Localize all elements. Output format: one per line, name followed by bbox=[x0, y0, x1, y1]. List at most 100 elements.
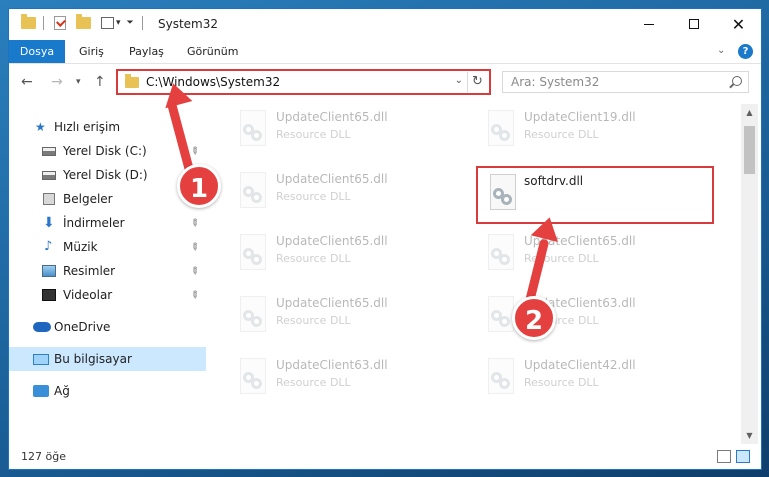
sidebar-item-downloads[interactable]: ⬇ İndirmeler ✎ bbox=[9, 211, 206, 235]
ribbon-expand-icon[interactable]: ⌄ bbox=[717, 45, 725, 56]
dll-file-icon bbox=[486, 234, 516, 272]
sidebar-item-this-pc[interactable]: Bu bilgisayar bbox=[9, 347, 206, 371]
dll-file-icon bbox=[238, 358, 268, 396]
customize-toolbar-icon[interactable]: ⏷ bbox=[127, 18, 134, 28]
toolbar-divider bbox=[43, 16, 44, 30]
search-input[interactable]: Ara: System32 bbox=[502, 71, 749, 93]
status-bar: 127 öğe bbox=[9, 445, 761, 469]
minimize-button[interactable] bbox=[626, 9, 671, 39]
file-type: Resource DLL bbox=[276, 190, 351, 203]
tab-file[interactable]: Dosya bbox=[9, 40, 65, 63]
refresh-icon[interactable]: ↻ bbox=[467, 72, 487, 92]
dll-file-icon bbox=[238, 110, 268, 148]
dll-file-icon bbox=[238, 296, 268, 334]
sidebar-item-label: Belgeler bbox=[63, 192, 113, 206]
maximize-button[interactable] bbox=[671, 9, 716, 39]
scrollbar-thumb[interactable] bbox=[744, 126, 755, 174]
file-item[interactable]: UpdateClient65.dll Resource DLL bbox=[228, 290, 458, 342]
chevron-down-icon[interactable]: ▾ bbox=[116, 18, 121, 28]
music-icon: ♪ bbox=[44, 239, 53, 254]
dll-file-icon bbox=[238, 172, 268, 210]
tab-home[interactable]: Giriş bbox=[79, 40, 104, 63]
dll-file-icon bbox=[486, 110, 516, 148]
file-item-softdrv[interactable]: softdrv.dll bbox=[476, 166, 714, 224]
maximize-icon bbox=[688, 19, 699, 29]
file-item[interactable]: UpdateClient65.dll Resource DLL bbox=[228, 228, 458, 280]
file-type: Resource DLL bbox=[524, 128, 599, 141]
navigation-pane: ★ Hızlı erişim Yerel Disk (C:) ✎ Yerel D… bbox=[9, 104, 206, 444]
sidebar-item-label: Yerel Disk (C:) bbox=[63, 144, 147, 158]
vertical-scrollbar[interactable]: ▲ ▼ bbox=[741, 104, 758, 444]
sidebar-item-music[interactable]: ♪ Müzik ✎ bbox=[9, 235, 206, 259]
file-type: Resource DLL bbox=[276, 376, 351, 389]
file-list: UpdateClient65.dll Resource DLL UpdateCl… bbox=[214, 104, 741, 444]
file-item[interactable]: UpdateClient42.dll Resource DLL bbox=[476, 352, 706, 404]
tab-share[interactable]: Paylaş bbox=[129, 40, 164, 63]
dll-file-icon bbox=[238, 234, 268, 272]
file-type: Resource DLL bbox=[524, 376, 599, 389]
dll-file-icon bbox=[486, 358, 516, 396]
file-item[interactable]: UpdateClient63.dll Resource DLL bbox=[476, 290, 706, 342]
file-name: UpdateClient63.dll bbox=[276, 358, 388, 372]
recent-locations-chevron-icon[interactable]: ▾ bbox=[76, 77, 81, 87]
toolbar-divider bbox=[141, 16, 143, 30]
search-placeholder: Ara: System32 bbox=[511, 75, 600, 89]
item-count: 127 öğe bbox=[21, 450, 66, 463]
videos-icon bbox=[42, 289, 56, 301]
close-icon: ✕ bbox=[731, 14, 746, 34]
pin-icon[interactable]: ✎ bbox=[187, 288, 201, 302]
sidebar-item-label: Yerel Disk (D:) bbox=[63, 168, 148, 182]
sidebar-item-label: Ağ bbox=[54, 384, 70, 398]
sidebar-item-network[interactable]: Ağ bbox=[9, 379, 206, 403]
drive-icon bbox=[42, 146, 56, 156]
up-arrow-icon[interactable]: ↑ bbox=[94, 74, 106, 90]
quick-access-toolbar: ▾ ⏷ bbox=[21, 14, 143, 30]
help-button[interactable]: ? bbox=[738, 44, 753, 59]
close-button[interactable]: ✕ bbox=[716, 9, 761, 39]
scroll-down-icon[interactable]: ▼ bbox=[741, 427, 758, 444]
properties-check-icon[interactable] bbox=[54, 16, 66, 30]
forward-arrow-icon[interactable]: → bbox=[51, 74, 63, 90]
sidebar-item-videos[interactable]: Videolar ✎ bbox=[9, 283, 206, 307]
file-item[interactable]: UpdateClient65.dll Resource DLL bbox=[476, 228, 706, 280]
file-item[interactable]: UpdateClient19.dll Resource DLL bbox=[476, 104, 706, 156]
ribbon: Dosya Giriş Paylaş Görünüm ⌄ ? bbox=[9, 40, 761, 64]
navigation-bar: ← → ▾ ↑ C:\Windows\System32 ⌄ ↻ Ara: Sys… bbox=[9, 66, 761, 98]
minimize-icon bbox=[643, 23, 654, 25]
sidebar-item-label: Müzik bbox=[63, 240, 98, 254]
new-folder-icon[interactable] bbox=[76, 14, 91, 29]
step-2-badge: 2 bbox=[512, 296, 556, 340]
file-item[interactable]: UpdateClient65.dll Resource DLL bbox=[228, 166, 458, 218]
sidebar-item-label: İndirmeler bbox=[63, 216, 125, 230]
back-arrow-icon[interactable]: ← bbox=[21, 74, 33, 90]
sidebar-item-documents[interactable]: Belgeler ✎ bbox=[9, 187, 206, 211]
file-item[interactable]: UpdateClient65.dll Resource DLL bbox=[228, 104, 458, 156]
sidebar-item-label: OneDrive bbox=[54, 320, 111, 334]
search-icon[interactable] bbox=[732, 76, 742, 86]
documents-icon bbox=[43, 193, 55, 205]
chevron-down-icon[interactable]: ⌄ bbox=[455, 75, 463, 86]
sidebar-item-pictures[interactable]: Resimler ✎ bbox=[9, 259, 206, 283]
file-type: Resource DLL bbox=[276, 314, 351, 327]
onedrive-icon bbox=[33, 322, 51, 332]
star-icon: ★ bbox=[35, 120, 46, 134]
pin-icon[interactable]: ✎ bbox=[187, 240, 201, 254]
file-item[interactable]: UpdateClient63.dll Resource DLL bbox=[228, 352, 458, 404]
sidebar-item-onedrive[interactable]: OneDrive bbox=[9, 315, 206, 339]
file-type: Resource DLL bbox=[276, 252, 351, 265]
file-name: UpdateClient65.dll bbox=[276, 296, 388, 310]
file-name: UpdateClient65.dll bbox=[276, 172, 388, 186]
pictures-icon bbox=[42, 265, 56, 277]
network-icon bbox=[33, 385, 49, 397]
pin-icon[interactable]: ✎ bbox=[187, 216, 201, 230]
view-options-icon[interactable] bbox=[101, 17, 114, 29]
folder-icon bbox=[125, 74, 139, 88]
scroll-up-icon[interactable]: ▲ bbox=[741, 104, 758, 121]
sidebar-item-label: Hızlı erişim bbox=[54, 120, 121, 134]
tab-view[interactable]: Görünüm bbox=[187, 40, 238, 63]
window-title: System32 bbox=[158, 17, 219, 31]
pin-icon[interactable]: ✎ bbox=[187, 264, 201, 278]
details-view-icon[interactable] bbox=[717, 450, 731, 463]
tiles-view-icon[interactable] bbox=[736, 450, 750, 463]
folder-icon[interactable] bbox=[21, 14, 36, 29]
